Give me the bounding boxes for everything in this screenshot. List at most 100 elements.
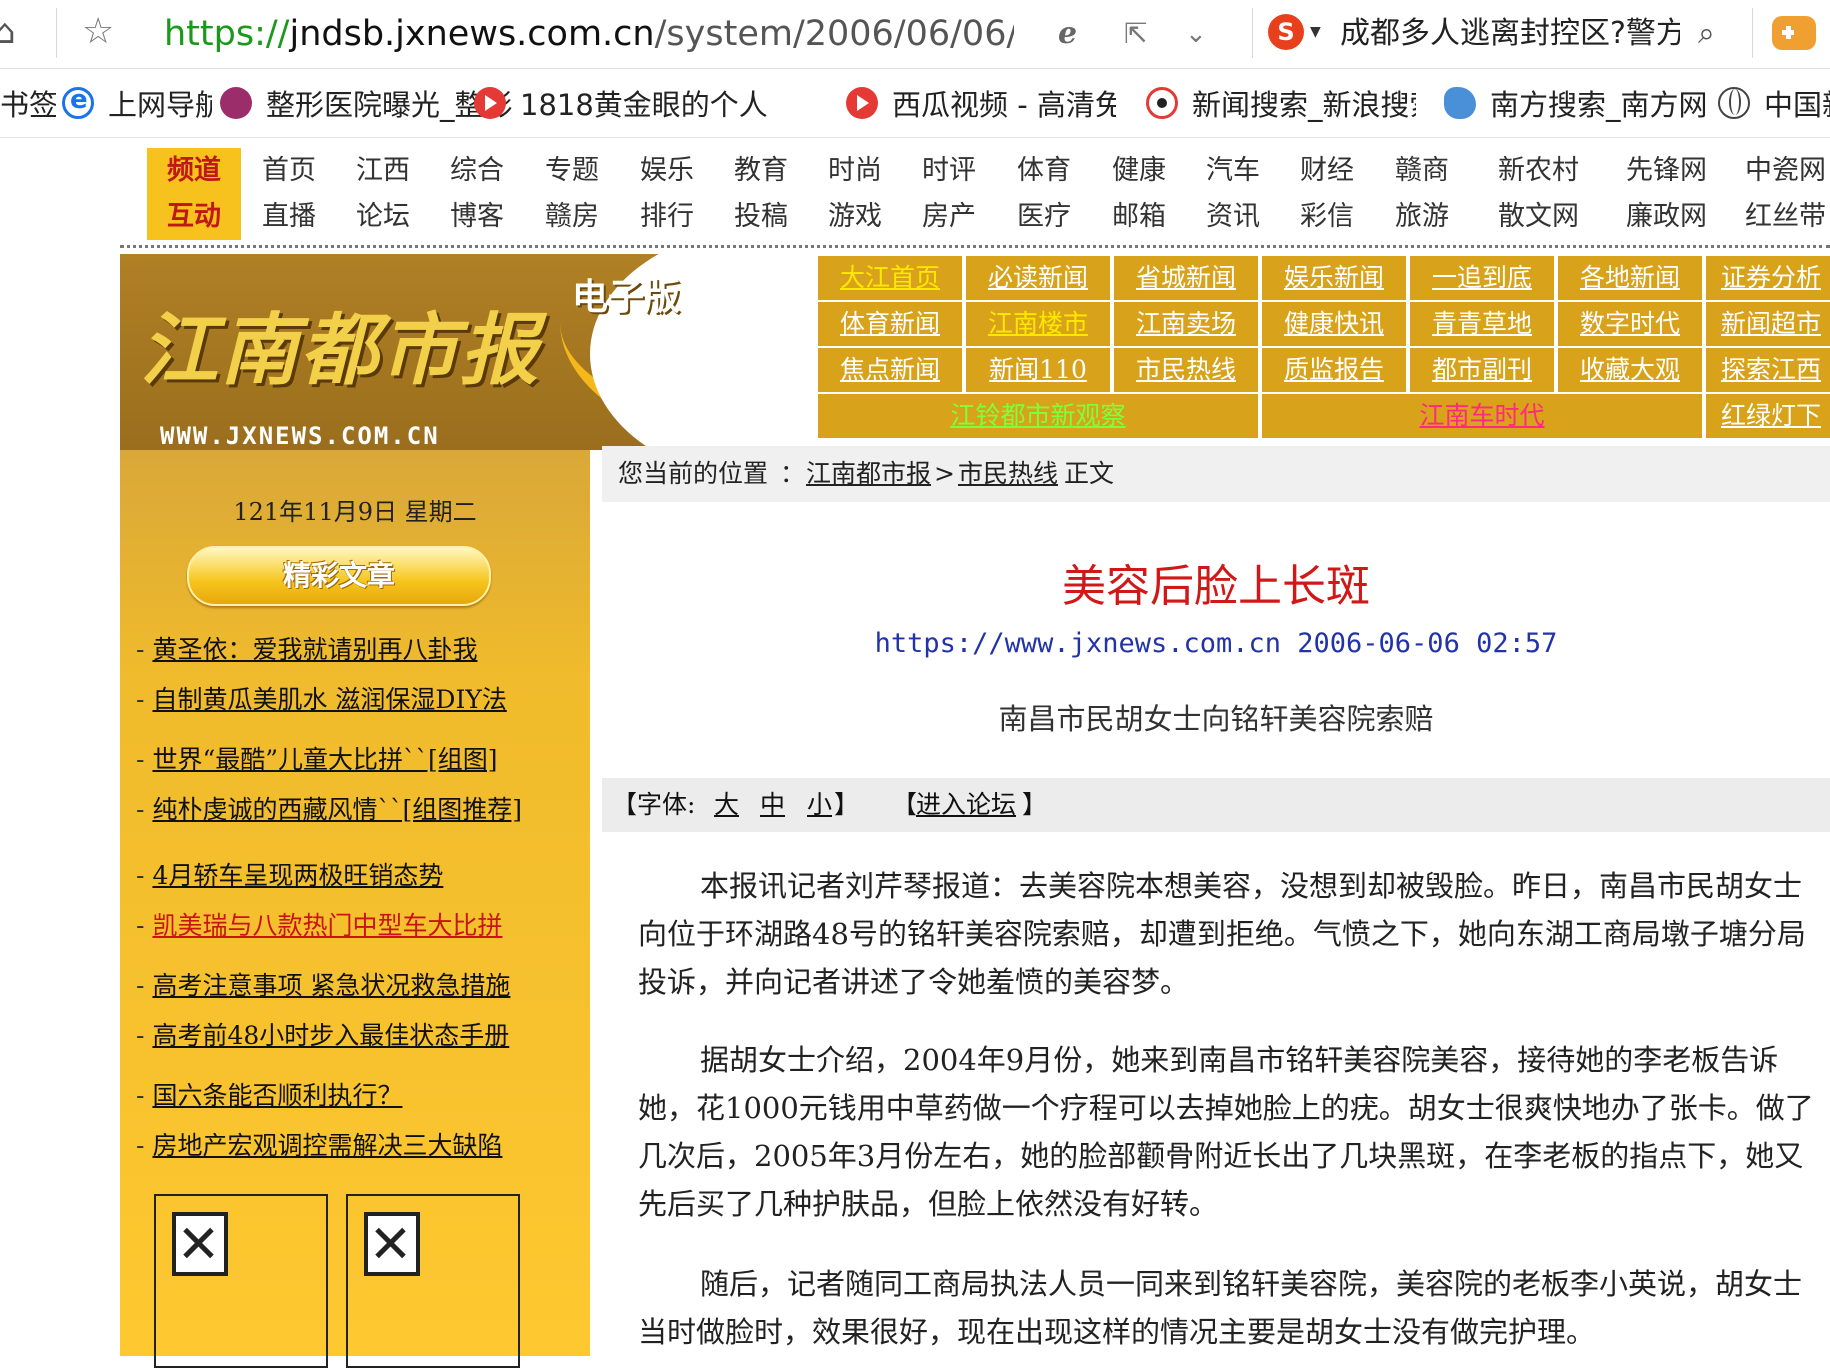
channel-link[interactable]: 时尚 — [828, 148, 882, 194]
breadcrumb-prefix: 您当前的位置 — [618, 459, 769, 488]
bookmark-item[interactable]: 书签 — [0, 69, 56, 137]
featured-article-link[interactable]: 房地产宏观调控需解决三大缺陷 — [152, 1131, 502, 1160]
search-icon[interactable]: ⌕ — [1698, 12, 1715, 56]
channel-link[interactable]: 投稿 — [734, 194, 788, 240]
search-input[interactable]: 成都多人逃离封控区?警方回 — [1340, 12, 1680, 56]
breadcrumb-link-newspaper[interactable]: 江南都市报 — [806, 459, 931, 488]
featured-article-link[interactable]: 4月轿车呈现两极旺销态势 — [152, 861, 443, 890]
channel-link[interactable]: 先锋网 — [1626, 148, 1707, 194]
channel-link[interactable]: 综合 — [450, 148, 504, 194]
category-link[interactable]: 市民热线 — [1114, 348, 1258, 392]
featured-articles-button[interactable]: 精彩文章 — [187, 546, 491, 606]
bookmark-item[interactable]: 中国新 — [1718, 69, 1830, 137]
featured-article-link[interactable]: 高考注意事项 紧急状况救急措施 — [152, 971, 510, 1000]
category-link[interactable]: 江南车时代 — [1262, 394, 1702, 438]
bookmark-item[interactable]: 1818黄金眼的个人 — [474, 69, 826, 137]
enter-forum-link[interactable]: 进入论坛 — [916, 778, 1016, 832]
category-link[interactable]: 证券分析 — [1706, 256, 1830, 300]
featured-article-link[interactable]: 黄圣依：爱我就请别再八卦我 — [152, 635, 477, 664]
channel-link[interactable]: 健康 — [1112, 148, 1166, 194]
featured-article-link[interactable]: 国六条能否顺利执行？ — [152, 1081, 402, 1110]
category-link[interactable]: 质监报告 — [1262, 348, 1406, 392]
featured-article-link[interactable]: 世界“最酷”儿童大比拼``[组图] — [152, 745, 497, 774]
category-link[interactable]: 探索江西 — [1706, 348, 1830, 392]
bookmark-label: 南方搜索_南方网 — [1490, 88, 1708, 122]
category-link[interactable]: 新闻110 — [966, 348, 1110, 392]
category-link[interactable]: 数字时代 — [1558, 302, 1702, 346]
category-link[interactable]: 健康快讯 — [1262, 302, 1406, 346]
channel-link[interactable]: 邮箱 — [1112, 194, 1166, 240]
channel-link[interactable]: 时评 — [922, 148, 976, 194]
sogou-search-engine-icon[interactable]: S — [1268, 14, 1304, 50]
channel-link[interactable]: 红丝带 — [1745, 194, 1826, 240]
channel-link[interactable]: 彩信 — [1300, 194, 1354, 240]
channel-link[interactable]: 游戏 — [828, 194, 882, 240]
channel-link[interactable]: 教育 — [734, 148, 788, 194]
channel-link[interactable]: 汽车 — [1206, 148, 1260, 194]
channel-link[interactable]: 排行 — [640, 194, 694, 240]
url-field[interactable]: https://jndsb.jxnews.com.cn/system/2006/… — [164, 12, 1014, 56]
share-icon[interactable]: ⇱ — [1124, 14, 1147, 54]
channel-link[interactable]: 财经 — [1300, 148, 1354, 194]
breadcrumb-link-hotline[interactable]: 市民热线 — [958, 459, 1058, 488]
category-link[interactable]: 江南楼市 — [966, 302, 1110, 346]
bookmark-item[interactable]: 西瓜视频 - 高清免 — [846, 69, 1116, 137]
channel-link[interactable]: 新农村 — [1498, 148, 1579, 194]
font-medium-link[interactable]: 中 — [760, 778, 785, 832]
channel-link[interactable]: 廉政网 — [1626, 194, 1707, 240]
newspaper-logo[interactable]: 江南都市报 — [140, 288, 540, 400]
channel-link[interactable]: 赣商 — [1395, 148, 1449, 194]
font-small-link[interactable]: 小 — [807, 778, 832, 832]
bookmark-item[interactable]: 南方搜索_南方网 — [1444, 69, 1714, 137]
channel-link[interactable]: 中瓷网 — [1745, 148, 1826, 194]
channel-link[interactable]: 赣房 — [545, 194, 599, 240]
channel-link[interactable]: 旅游 — [1395, 194, 1449, 240]
channel-link[interactable]: 娱乐 — [640, 148, 694, 194]
channel-link[interactable]: 江西 — [356, 148, 410, 194]
category-link[interactable]: 新闻超市 — [1706, 302, 1830, 346]
chevron-down-icon[interactable]: ⌄ — [1185, 14, 1207, 54]
channel-link[interactable]: 博客 — [450, 194, 504, 240]
channel-link[interactable]: 医疗 — [1017, 194, 1071, 240]
bookmark-item[interactable]: 上网导航 — [62, 69, 212, 137]
channel-link[interactable]: 散文网 — [1498, 194, 1579, 240]
category-link[interactable]: 青青草地 — [1410, 302, 1554, 346]
category-link[interactable]: 红绿灯下 — [1706, 394, 1830, 438]
channel-link[interactable]: 房产 — [922, 194, 976, 240]
font-large-link[interactable]: 大 — [714, 778, 739, 832]
category-link[interactable]: 收藏大观 — [1558, 348, 1702, 392]
image-placeholder[interactable] — [154, 1194, 328, 1368]
image-placeholder[interactable] — [346, 1194, 520, 1368]
hospital-logo-icon — [220, 87, 252, 119]
channel-link[interactable]: 专题 — [545, 148, 599, 194]
channel-link[interactable]: 直播 — [262, 194, 316, 240]
channel-link[interactable]: 论坛 — [356, 194, 410, 240]
category-link[interactable]: 焦点新闻 — [818, 348, 962, 392]
category-link[interactable]: 都市副刊 — [1410, 348, 1554, 392]
category-link[interactable]: 江铃都市新观察 — [818, 394, 1258, 438]
category-link[interactable]: 娱乐新闻 — [1262, 256, 1406, 300]
bookmark-star-icon[interactable]: ☆ — [82, 10, 114, 54]
featured-article-link[interactable]: 自制黄瓜美肌水 滋润保湿DIY法 — [152, 685, 506, 714]
home-icon[interactable]: ⌂ — [0, 12, 24, 52]
channel-label: 频道 — [147, 148, 241, 194]
category-link[interactable]: 必读新闻 — [966, 256, 1110, 300]
ie-compat-icon[interactable]: ℯ — [1058, 14, 1077, 54]
featured-article-link[interactable]: 纯朴虔诚的西藏风情``[组图推荐] — [152, 795, 522, 824]
featured-article-link[interactable]: 高考前48小时步入最佳状态手册 — [152, 1021, 509, 1050]
channel-link[interactable]: 体育 — [1017, 148, 1071, 194]
channel-link[interactable]: 首页 — [262, 148, 316, 194]
category-link[interactable]: 省城新闻 — [1114, 256, 1258, 300]
masthead-banner: 江南都市报 电子版 WWW.JXNEWS.COM.CN — [120, 254, 814, 450]
category-link[interactable]: 大江首页 — [818, 256, 962, 300]
featured-article-item: - 高考前48小时步入最佳状态手册 — [136, 1016, 509, 1052]
category-link[interactable]: 江南卖场 — [1114, 302, 1258, 346]
category-link[interactable]: 各地新闻 — [1558, 256, 1702, 300]
engine-dropdown-icon[interactable]: ▼ — [1310, 24, 1321, 40]
featured-article-link[interactable]: 凯美瑞与八款热门中型车大比拼 — [152, 911, 502, 940]
channel-link[interactable]: 资讯 — [1206, 194, 1260, 240]
category-link[interactable]: 一追到底 — [1410, 256, 1554, 300]
category-link[interactable]: 体育新闻 — [818, 302, 962, 346]
bookmark-item[interactable]: 新闻搜索_新浪搜索 — [1146, 69, 1416, 137]
gamepad-icon[interactable] — [1772, 16, 1816, 50]
